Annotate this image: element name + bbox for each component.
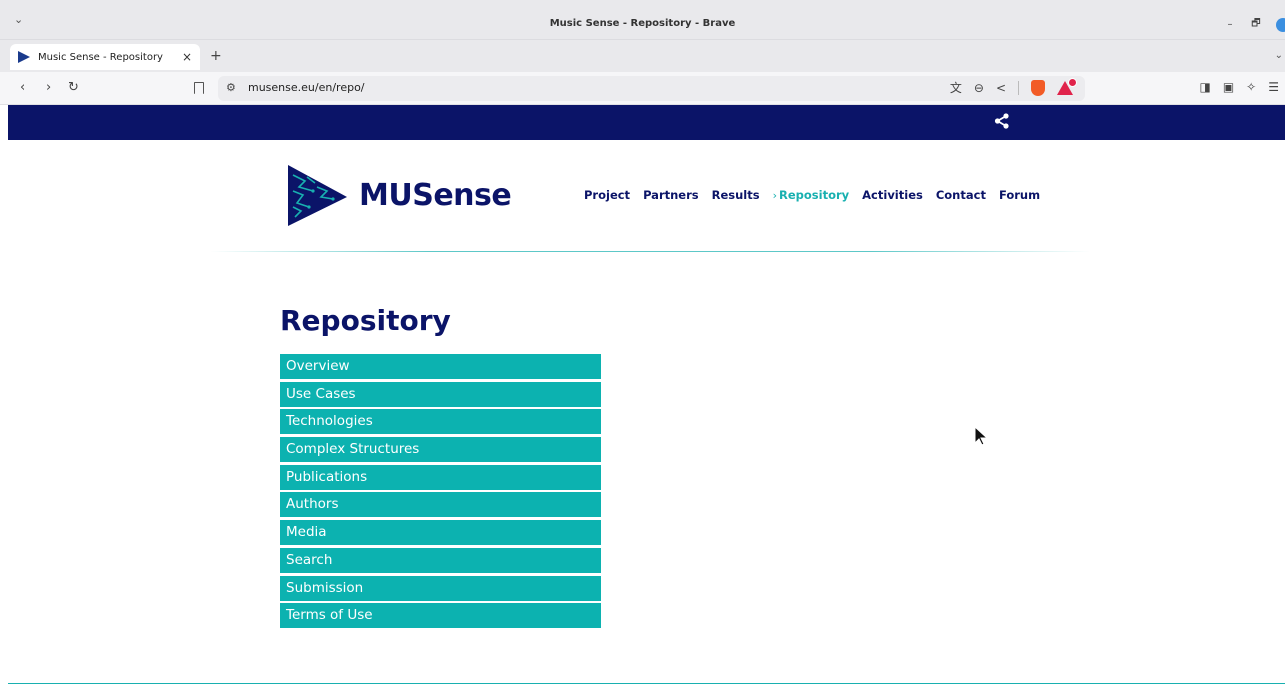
tab-music-sense[interactable]: Music Sense - Repository × [10, 44, 200, 70]
url-text[interactable]: musense.eu/en/repo/ [248, 81, 365, 94]
repo-menu-complex-structures[interactable]: Complex Structures [280, 437, 601, 463]
repo-menu-media[interactable]: Media [280, 520, 601, 546]
nav-project[interactable]: Project [584, 188, 630, 202]
repo-menu-submission[interactable]: Submission [280, 575, 601, 601]
restore-button[interactable]: 🗗 [1250, 16, 1262, 33]
wallet-icon[interactable]: ▣ [1223, 80, 1234, 94]
translate-icon[interactable]: 文 [950, 79, 962, 96]
address-bar-icons: 文 ⊖ < [950, 77, 1077, 96]
header-divider [210, 251, 1090, 252]
close-window-button[interactable] [1276, 17, 1285, 32]
repo-menu-terms-of-use[interactable]: Terms of Use [280, 603, 601, 629]
repo-menu-publications[interactable]: Publications [280, 464, 601, 490]
sidebar-toggle-icon[interactable]: ◨ [1199, 80, 1210, 94]
logo-text: MUSense [359, 177, 512, 213]
toolbar-right-icons: ◨ ▣ ✧ ☰ [1199, 80, 1279, 94]
new-tab-button[interactable]: + [210, 48, 222, 64]
repo-menu-technologies[interactable]: Technologies [280, 409, 601, 435]
share-page-icon[interactable]: < [996, 81, 1006, 95]
site-info-icon[interactable]: ⚙ [226, 81, 236, 94]
separator [1018, 80, 1019, 95]
mouse-cursor-icon [974, 426, 989, 446]
window-title: Music Sense - Repository - Brave [549, 18, 736, 29]
share-icon[interactable] [993, 112, 1011, 130]
window-controls: – 🗗 [1224, 16, 1285, 33]
reload-button[interactable]: ↻ [68, 80, 79, 95]
repo-menu-use-cases[interactable]: Use Cases [280, 381, 601, 407]
zoom-icon[interactable]: ⊖ [974, 81, 984, 95]
bookmark-icon[interactable] [194, 82, 204, 94]
repo-menu-overview[interactable]: Overview [280, 354, 601, 379]
address-bar[interactable]: ⚙ musense.eu/en/repo/ 文 ⊖ < [218, 76, 1085, 101]
forward-button[interactable]: › [46, 80, 51, 95]
nav-contact[interactable]: Contact [936, 188, 986, 202]
active-marker: › [772, 189, 778, 202]
repository-menu: Overview Use Cases Technologies Complex … [280, 354, 601, 631]
browser-toolbar: ‹ › ↻ ⚙ musense.eu/en/repo/ 文 ⊖ < ◨ ▣ ✧ … [0, 72, 1285, 105]
footer-divider [8, 683, 1285, 684]
tab-title: Music Sense - Repository [38, 51, 163, 63]
musense-favicon-icon [18, 51, 30, 63]
repo-menu-search[interactable]: Search [280, 547, 601, 573]
repo-menu-authors[interactable]: Authors [280, 492, 601, 518]
site-logo[interactable]: MUSense [285, 163, 512, 227]
musense-logo-icon [288, 165, 347, 226]
nav-repository-label: Repository [779, 188, 850, 202]
site-top-bar [8, 105, 1285, 140]
page-title: Repository [280, 304, 451, 337]
nav-forum[interactable]: Forum [999, 188, 1040, 202]
leo-ai-icon[interactable]: ✧ [1246, 80, 1256, 94]
window-titlebar: ⌄ Music Sense - Repository - Brave – 🗗 [0, 0, 1285, 40]
nav-repository[interactable]: › Repository [773, 188, 850, 202]
tab-list-chevron-icon[interactable]: ⌄ [1275, 50, 1283, 61]
tab-bar: Music Sense - Repository × + ⌄ [0, 40, 1285, 72]
brave-shields-icon[interactable] [1031, 79, 1045, 96]
nav-partners[interactable]: Partners [643, 188, 699, 202]
main-nav: Project Partners Results › Repository Act… [584, 188, 1040, 202]
nav-results[interactable]: Results [712, 188, 760, 202]
nav-activities[interactable]: Activities [862, 188, 923, 202]
brave-rewards-icon[interactable] [1057, 77, 1077, 95]
hamburger-menu-icon[interactable]: ☰ [1268, 80, 1279, 94]
minimize-button[interactable]: – [1224, 19, 1236, 30]
tab-close-icon[interactable]: × [182, 50, 192, 64]
back-button[interactable]: ‹ [20, 80, 25, 95]
